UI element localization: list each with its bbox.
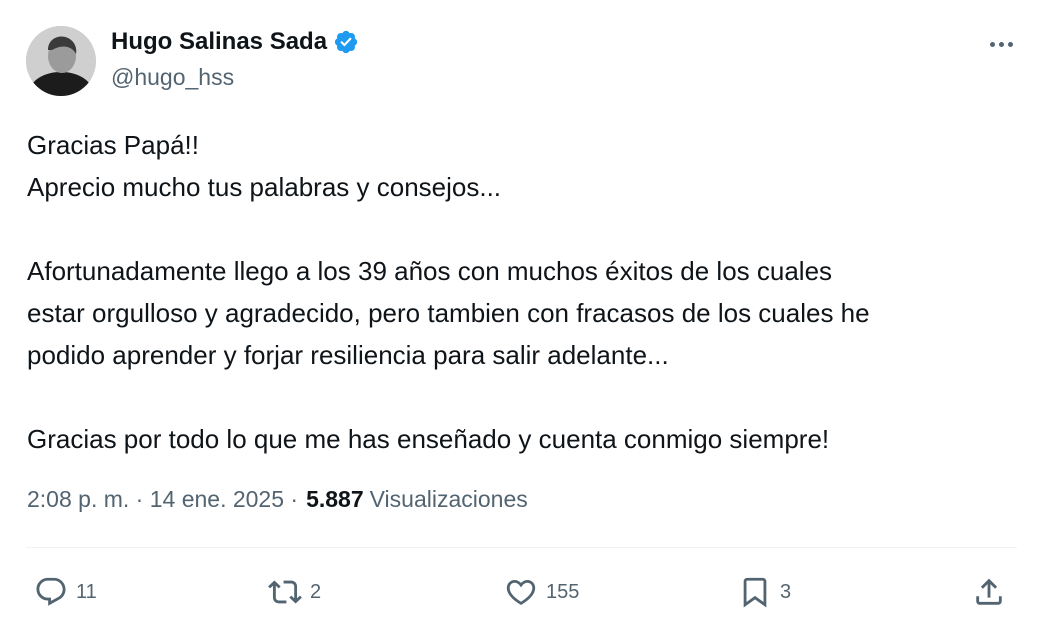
bookmark-icon [743, 577, 767, 608]
tweet-line: Gracias por todo lo que me has enseñado … [27, 424, 830, 454]
reply-button[interactable]: 11 [34, 568, 97, 616]
views-label: Visualizaciones [369, 486, 528, 512]
tweet-line: estar orgulloso y agradecido, pero tambi… [27, 298, 870, 328]
action-bar: 11 2 155 3 [26, 568, 1017, 616]
more-icon [989, 41, 995, 47]
tweet-line: Aprecio mucho tus palabras y consejos... [27, 172, 502, 202]
tweet-timestamp[interactable]: 2:08 p. m. · 14 ene. 2025 · [27, 486, 298, 513]
views-count: 5.887 [306, 486, 364, 512]
repost-button[interactable]: 2 [268, 568, 321, 616]
more-options-button[interactable] [985, 30, 1017, 58]
verified-badge-icon[interactable] [333, 29, 359, 55]
tweet-text: Gracias Papá!! Aprecio mucho tus palabra… [27, 124, 1027, 460]
bookmark-count: 3 [780, 580, 792, 603]
author-name[interactable]: Hugo Salinas Sada [111, 28, 327, 56]
tweet-line: podido aprender y forjar resiliencia par… [27, 340, 669, 370]
tweet-line: Gracias Papá!! [27, 130, 199, 160]
like-count: 155 [546, 580, 580, 603]
share-button[interactable] [972, 568, 1006, 616]
tweet-meta: 2:08 p. m. · 14 ene. 2025 · 5.887 Visual… [27, 486, 528, 513]
repost-icon [268, 580, 302, 604]
author-name-row: Hugo Salinas Sada [111, 28, 359, 56]
repost-count: 2 [310, 580, 322, 603]
author-handle[interactable]: @hugo_hss [111, 64, 234, 91]
like-icon [506, 579, 536, 605]
share-icon [976, 578, 1002, 605]
bookmark-button[interactable]: 3 [738, 568, 791, 616]
tweet-line: Afortunadamente llego a los 39 años con … [27, 256, 833, 286]
divider [26, 547, 1017, 548]
reply-icon [36, 577, 66, 606]
like-button[interactable]: 155 [504, 568, 579, 616]
reply-count: 11 [76, 580, 97, 603]
avatar[interactable] [26, 26, 96, 96]
